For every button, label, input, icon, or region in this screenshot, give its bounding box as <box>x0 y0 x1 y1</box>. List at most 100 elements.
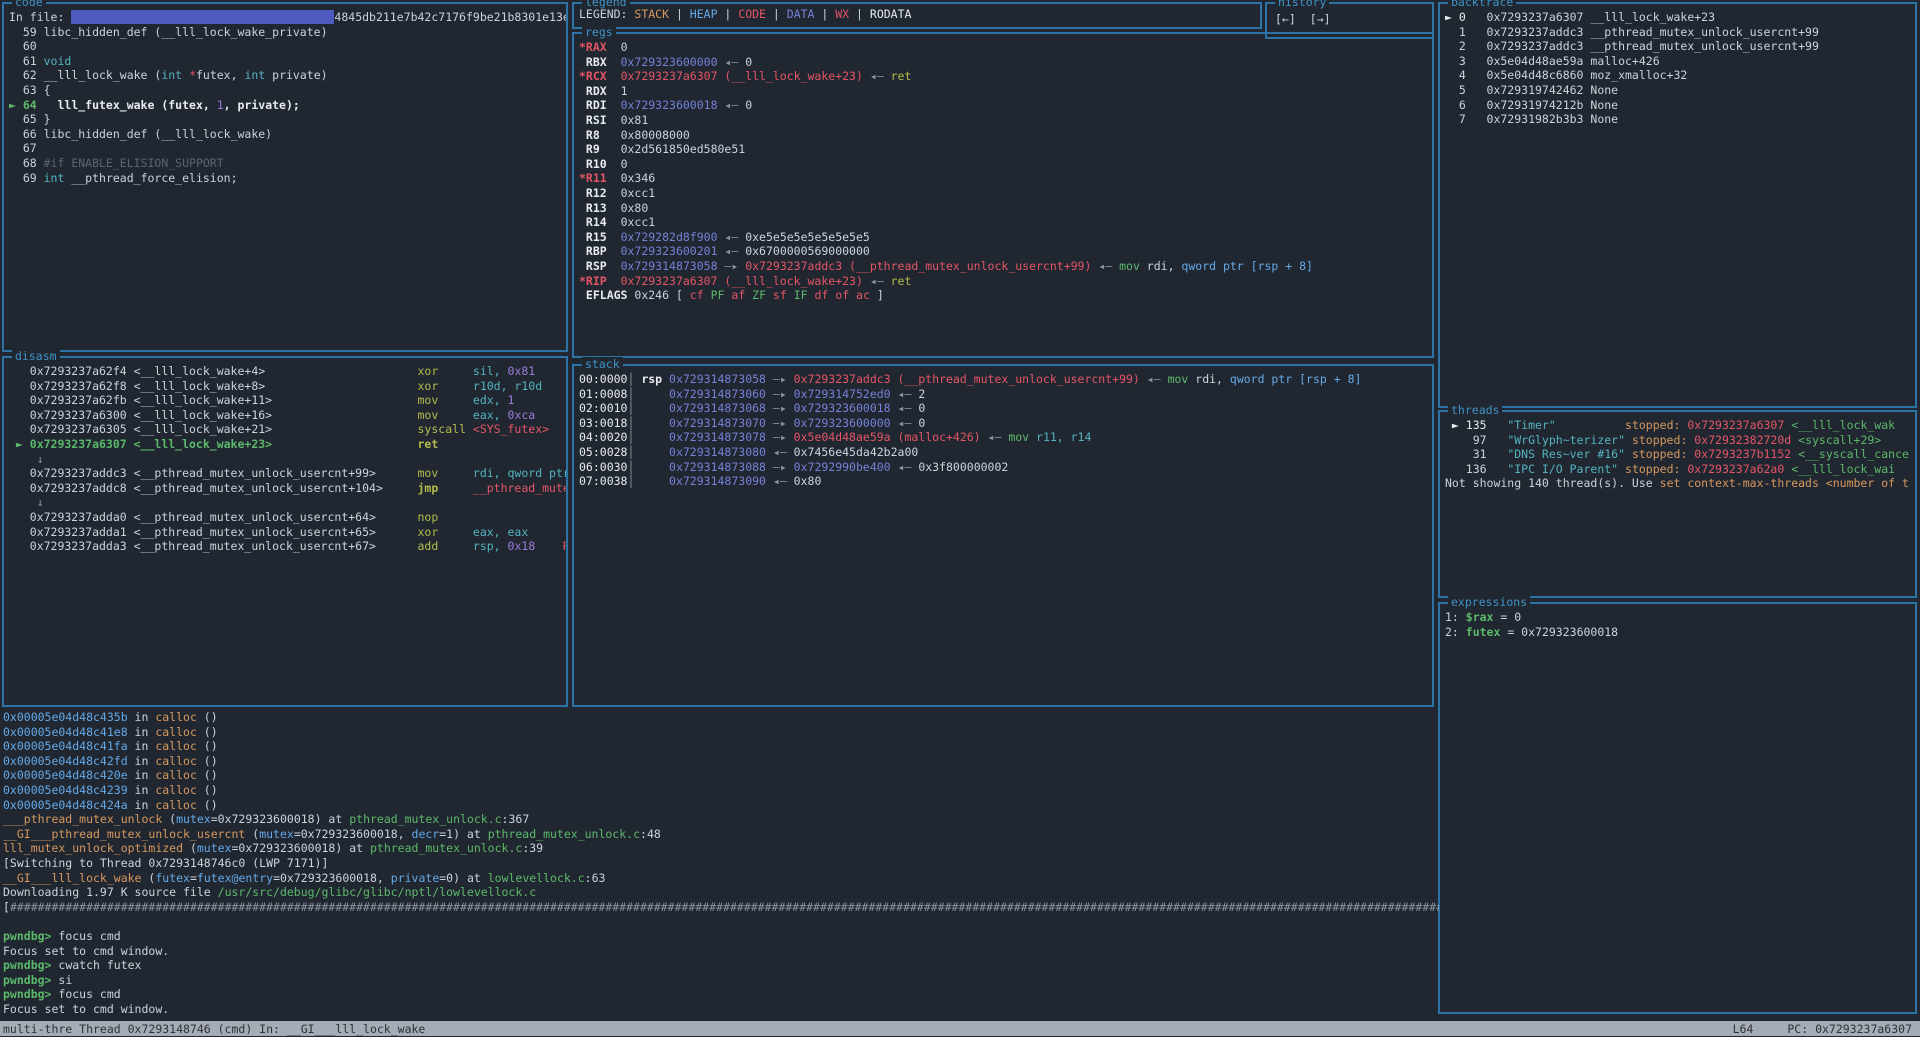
terminal-line: 0x7293237addc3 <__pthread_mutex_unlock_u… <box>9 466 566 481</box>
terminal-line: 03:0018│ 0x729314873070 —▸ 0x72932360000… <box>579 416 1432 431</box>
terminal-line: RSP 0x729314873058 —▸ 0x7293237addc3 (__… <box>579 259 1432 274</box>
terminal-line: 0x00005e04d48c4239 in calloc () <box>3 783 1439 798</box>
legend-content: LEGEND: STACK | HEAP | CODE | DATA | WX … <box>574 4 1260 27</box>
terminal-line: pwndbg> focus cmd <box>3 929 1439 944</box>
terminal-line: 67 <box>9 141 566 156</box>
terminal-line: 0x7293237a62fb <__lll_lock_wake+11> mov … <box>9 393 566 408</box>
terminal-line: 0x00005e04d48c420e in calloc () <box>3 768 1439 783</box>
terminal-line: 0x7293237addc8 <__pthread_mutex_unlock_u… <box>9 481 566 496</box>
command-output-area[interactable]: 0x00005e04d48c435b in calloc ()0x00005e0… <box>0 710 1439 1018</box>
terminal-line: R14 0xcc1 <box>579 215 1432 230</box>
terminal-line: 63 { <box>9 83 566 98</box>
terminal-line: 59 libc_hidden_def (__lll_lock_wake_priv… <box>9 25 566 40</box>
terminal-line: 60 <box>9 39 566 54</box>
terminal-line: ► 0x7293237a6307 <__lll_lock_wake+23> re… <box>9 437 566 452</box>
terminal-line: ► 64 lll_futex_wake (futex, 1, private); <box>9 98 566 113</box>
terminal-line: 00:0000│ rsp 0x729314873058 —▸ 0x7293237… <box>579 372 1432 387</box>
registers-panel: regs *RAX 0 RBX 0x729323600000 ◂— 0*RCX … <box>572 32 1434 358</box>
terminal-line: 0x00005e04d48c42fd in calloc () <box>3 754 1439 769</box>
expressions-view: 1: $rax = 02: futex = 0x729323600018 <box>1440 604 1915 1012</box>
status-bar-line-number: L64 <box>1733 1022 1754 1036</box>
terminal-line: RBP 0x729323600201 ◂— 0x6700000569000000 <box>579 244 1432 259</box>
terminal-line: 0x7293237adda1 <__pthread_mutex_unlock_u… <box>9 525 566 540</box>
terminal-line: 31 "DNS Res~ver #16" stopped: 0x7293237b… <box>1445 447 1915 462</box>
terminal-line: 0x7293237a62f8 <__lll_lock_wake+8> xor r… <box>9 379 566 394</box>
terminal-line: ↓ <box>9 495 566 510</box>
terminal-line: 136 "IPC I/O Parent" stopped: 0x7293237a… <box>1445 462 1915 477</box>
terminal-line: Focus set to cmd window. <box>3 944 1439 959</box>
status-bar: multi-thre Thread 0x7293148746 (cmd) In:… <box>0 1021 1920 1036</box>
terminal-line: 07:0038│ 0x729314873090 ◂— 0x80 <box>579 474 1432 489</box>
terminal-line: 0x00005e04d48c41fa in calloc () <box>3 739 1439 754</box>
terminal-line: 5 0x729319742462 None <box>1445 83 1915 98</box>
terminal-line: 65 } <box>9 112 566 127</box>
stack-panel: stack 00:0000│ rsp 0x729314873058 —▸ 0x7… <box>572 364 1434 707</box>
terminal-line: 0x00005e04d48c435b in calloc () <box>3 710 1439 725</box>
terminal-line: In file: 4845db211e7b42c7176f9be21b8301e… <box>9 10 566 25</box>
terminal-line: 4 0x5e04d48c6860 moz_xmalloc+32 <box>1445 68 1915 83</box>
threads-view: ► 135 "Timer" stopped: 0x7293237a6307 <_… <box>1440 412 1915 596</box>
terminal-line: [Switching to Thread 0x7293148746c0 (LWP… <box>3 856 1439 871</box>
terminal-line: R10 0 <box>579 157 1432 172</box>
terminal-line: R8 0x80008000 <box>579 128 1432 143</box>
terminal-line: ► 0 0x7293237a6307 __lll_lock_wake+23 <box>1445 10 1915 25</box>
backtrace-view: ► 0 0x7293237a6307 __lll_lock_wake+23 1 … <box>1440 4 1915 406</box>
terminal-line: 7 0x72931982b3b3 None <box>1445 112 1915 127</box>
history-forward-button[interactable]: [→] <box>1310 12 1331 26</box>
terminal-line: 61 void <box>9 54 566 69</box>
terminal-line: 04:0020│ 0x729314873078 —▸ 0x5e04d48ae59… <box>579 430 1432 445</box>
terminal-line: 0x00005e04d48c41e8 in calloc () <box>3 725 1439 740</box>
terminal-line: Downloading 1.97 K source file /usr/src/… <box>3 885 1439 900</box>
terminal-line: 05:0028│ 0x729314873080 ◂— 0x7456e45da42… <box>579 445 1432 460</box>
terminal-line: 69 int __pthread_force_elision; <box>9 171 566 186</box>
stack-view: 00:0000│ rsp 0x729314873058 —▸ 0x7293237… <box>574 366 1432 705</box>
terminal-line: pwndbg> <box>3 1016 1439 1018</box>
terminal-line: RDX 1 <box>579 84 1432 99</box>
terminal-line: 1: $rax = 0 <box>1445 610 1915 625</box>
terminal-line: R9 0x2d561850ed580e51 <box>579 142 1432 157</box>
status-bar-pc: PC: 0x7293237a6307 <box>1787 1022 1912 1036</box>
history-back-button[interactable]: [←] <box>1275 12 1296 26</box>
disassembly-panel: disasm 0x7293237a62f4 <__lll_lock_wake+4… <box>2 356 568 707</box>
terminal-line: 0x7293237adda3 <__pthread_mutex_unlock_u… <box>9 539 566 554</box>
terminal-line: EFLAGS 0x246 [ cf PF af ZF sf IF df of a… <box>579 288 1432 303</box>
terminal-line: [#######################################… <box>3 900 1439 915</box>
registers-view: *RAX 0 RBX 0x729323600000 ◂— 0*RCX 0x729… <box>574 34 1432 356</box>
legend-panel: legend LEGEND: STACK | HEAP | CODE | DAT… <box>572 2 1262 29</box>
terminal-line: 0x7293237a6300 <__lll_lock_wake+16> mov … <box>9 408 566 423</box>
terminal-line: 01:0008│ 0x729314873060 —▸ 0x729314752ed… <box>579 387 1432 402</box>
terminal-line: RSI 0x81 <box>579 113 1432 128</box>
terminal-line: *R11 0x346 <box>579 171 1432 186</box>
terminal-line: *RIP 0x7293237a6307 (__lll_lock_wake+23)… <box>579 274 1432 289</box>
terminal-line: lll_mutex_unlock_optimized (mutex=0x7293… <box>3 841 1439 856</box>
terminal-line: 68 #if ENABLE_ELISION_SUPPORT <box>9 156 566 171</box>
terminal-line: 66 libc_hidden_def (__lll_lock_wake) <box>9 127 566 142</box>
terminal-line: 0x00005e04d48c424a in calloc () <box>3 798 1439 813</box>
terminal-line: ► 135 "Timer" stopped: 0x7293237a6307 <_… <box>1445 418 1915 433</box>
terminal-line: *RAX 0 <box>579 40 1432 55</box>
terminal-line: Not showing 140 thread(s). Use set conte… <box>1445 476 1915 491</box>
code-panel: code In file: 4845db211e7b42c7176f9be21b… <box>2 2 568 352</box>
terminal-line: 62 __lll_lock_wake (int *futex, int priv… <box>9 68 566 83</box>
threads-panel: threads ► 135 "Timer" stopped: 0x7293237… <box>1438 410 1917 598</box>
terminal-line: ↓ <box>9 452 566 467</box>
source-code-view: In file: 4845db211e7b42c7176f9be21b8301e… <box>4 4 566 350</box>
terminal-line: 1 0x7293237addc3 __pthread_mutex_unlock_… <box>1445 25 1915 40</box>
terminal-line: RDI 0x729323600018 ◂— 0 <box>579 98 1432 113</box>
terminal-line: pwndbg> si <box>3 973 1439 988</box>
pwndbg-terminal: code In file: 4845db211e7b42c7176f9be21b… <box>0 0 1920 1037</box>
terminal-line: __GI___pthread_mutex_unlock_usercnt (mut… <box>3 827 1439 842</box>
terminal-line: 02:0010│ 0x729314873068 —▸ 0x72932360001… <box>579 401 1432 416</box>
terminal-line: pwndbg> focus cmd <box>3 987 1439 1002</box>
terminal-line: Focus set to cmd window. <box>3 1002 1439 1017</box>
expressions-panel: expressions 1: $rax = 02: futex = 0x7293… <box>1438 602 1917 1014</box>
disassembly-view: 0x7293237a62f4 <__lll_lock_wake+4> xor s… <box>4 358 566 705</box>
terminal-line: 97 "WrGlyph~terizer" stopped: 0x72932382… <box>1445 433 1915 448</box>
terminal-line <box>3 914 1439 929</box>
history-panel-title: history <box>1275 0 1329 9</box>
terminal-line: 0x7293237a62f4 <__lll_lock_wake+4> xor s… <box>9 364 566 379</box>
terminal-line: 2: futex = 0x729323600018 <box>1445 625 1915 640</box>
terminal-line: __GI___lll_lock_wake (futex=futex@entry=… <box>3 871 1439 886</box>
backtrace-panel: backtrace ► 0 0x7293237a6307 __lll_lock_… <box>1438 2 1917 408</box>
terminal-line: *RCX 0x7293237a6307 (__lll_lock_wake+23)… <box>579 69 1432 84</box>
